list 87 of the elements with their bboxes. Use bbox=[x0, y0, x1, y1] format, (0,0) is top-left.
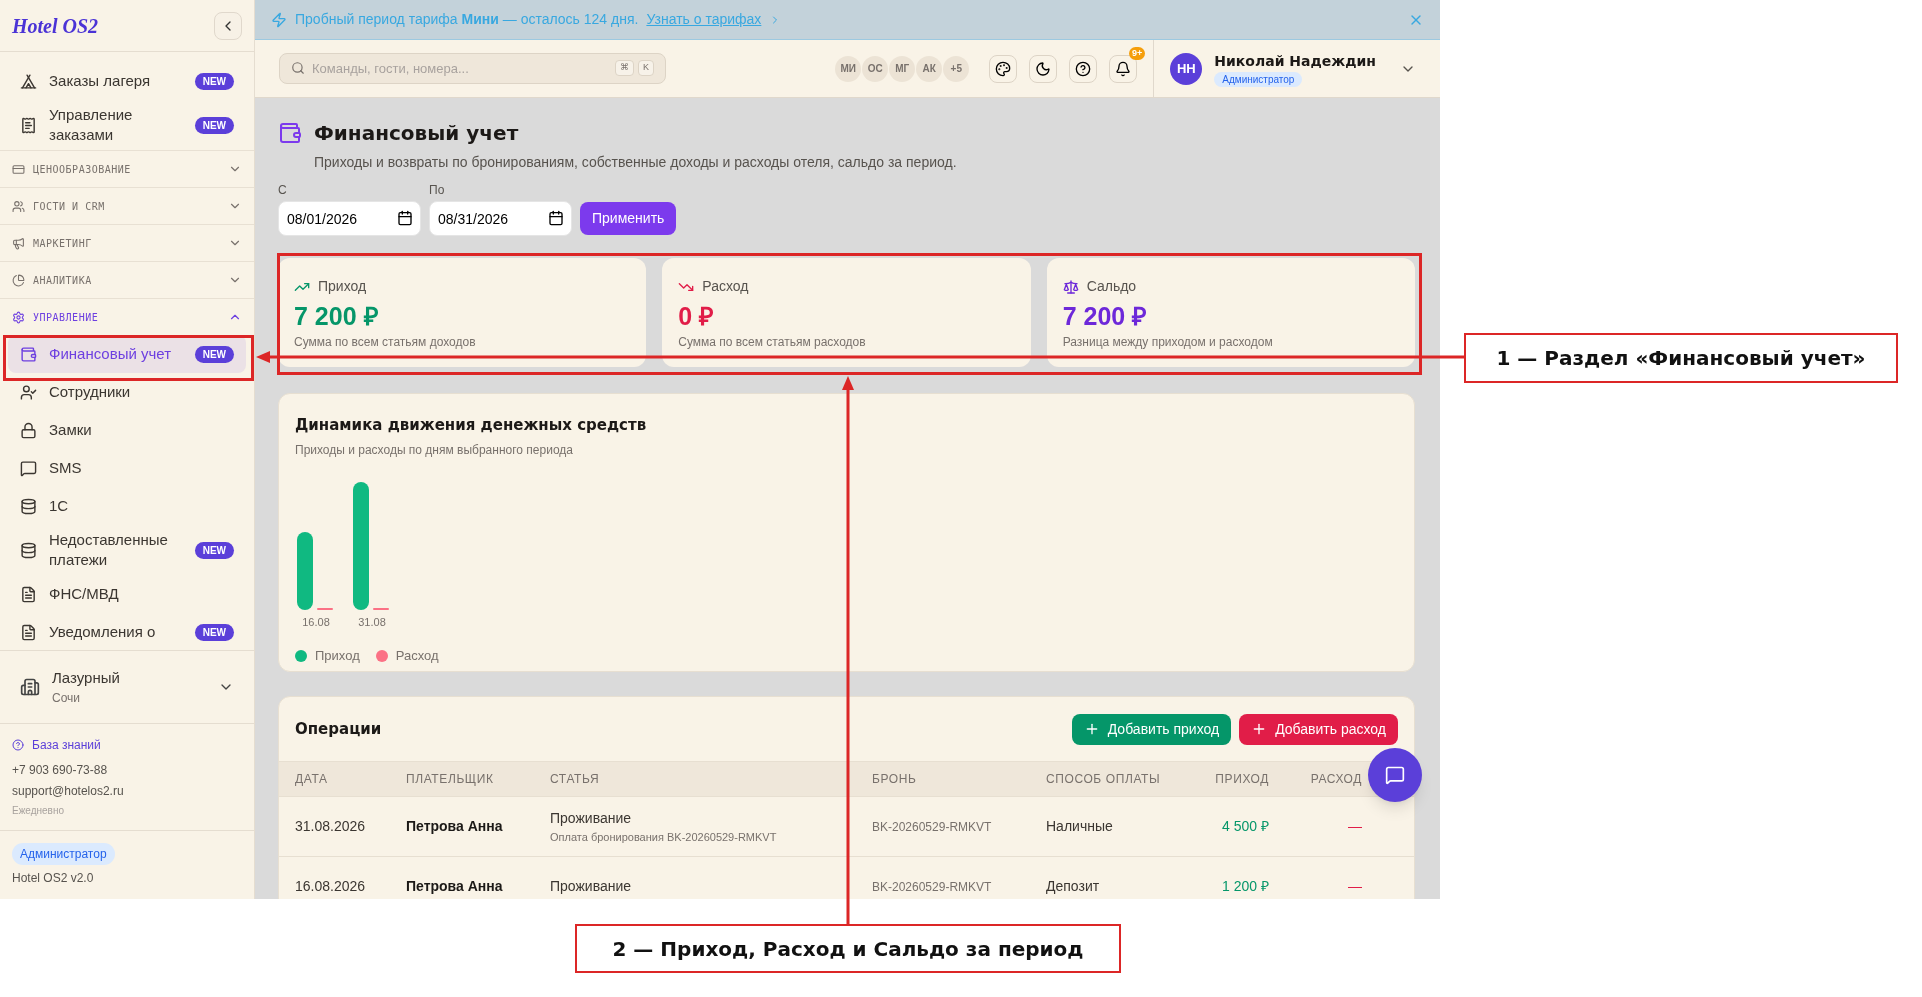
section-header[interactable]: АНАЛИТИКА bbox=[8, 262, 246, 298]
legend-label: Приход bbox=[315, 647, 360, 665]
date-field[interactable]: 08/31/2026 bbox=[429, 201, 572, 236]
nav-item[interactable]: Заказы лагеря NEW bbox=[8, 62, 246, 100]
column-header: СПОСОБ ОПЛАТЫ bbox=[1046, 771, 1159, 788]
legend-label: Расход bbox=[395, 647, 439, 665]
nav-item[interactable]: Уведомления о NEW bbox=[8, 613, 246, 650]
date-cell-text: 16.08.2026 bbox=[295, 877, 367, 896]
operations-title: Операции bbox=[295, 718, 382, 740]
nav-item[interactable]: Управление заказами NEW bbox=[8, 100, 246, 150]
card-value: 0 ₽ bbox=[678, 301, 716, 331]
user-avatar[interactable]: +5 bbox=[943, 55, 970, 82]
card-value: 7 200 ₽ bbox=[1062, 301, 1149, 331]
callout-label: 2 — Приход, Расход и Сальдо за период bbox=[575, 924, 1121, 973]
card-note: Сумма по всем статьям доходов bbox=[294, 335, 477, 350]
column-header: БРОНЬ bbox=[872, 771, 918, 788]
axis-label: 31.08 bbox=[358, 614, 386, 630]
hotel-name: Лазурный bbox=[52, 667, 120, 688]
column-header: РАСХОД bbox=[1309, 771, 1363, 788]
column-header: ДАТА bbox=[295, 771, 329, 788]
column-header: СТАТЬЯ bbox=[550, 771, 601, 788]
article-cell-text: Проживание bbox=[550, 877, 633, 896]
nav-item[interactable]: Недоставленные платежи NEW bbox=[8, 525, 246, 575]
new-badge: NEW bbox=[194, 116, 234, 134]
logo: Hotel OS2 bbox=[12, 13, 99, 39]
user-role: Администратор bbox=[1214, 71, 1303, 87]
role-badge: Администратор bbox=[12, 843, 115, 865]
section-header[interactable]: УПРАВЛЕНИЕ bbox=[8, 299, 246, 335]
column-header: ПРИХОД bbox=[1214, 771, 1269, 788]
chart-title: Динамика движения денежных средств bbox=[295, 415, 648, 436]
booking-cell-text: BK-20260529-RMKVT bbox=[872, 878, 993, 896]
apply-button[interactable]: Применить bbox=[580, 202, 677, 235]
user-avatar[interactable]: ОС bbox=[862, 55, 889, 82]
income-cell-text: 1 200 ₽ bbox=[1221, 877, 1269, 896]
column-header: ПЛАТЕЛЬЩИК bbox=[406, 771, 495, 788]
card-value: 7 200 ₽ bbox=[294, 301, 380, 331]
nav-item[interactable]: Замки bbox=[8, 411, 246, 449]
article-cell-text: Проживание bbox=[550, 808, 633, 828]
new-badge: NEW bbox=[194, 345, 234, 363]
notification-count: 9+ bbox=[1129, 46, 1146, 60]
user-avatar[interactable]: НН bbox=[1170, 52, 1203, 85]
date-label: По bbox=[429, 182, 446, 199]
add-expense-button[interactable]: Добавить расход bbox=[1239, 713, 1398, 745]
page-subtitle: Приходы и возвраты по бронированиям, собственные доходы и расходы отеля, сальдо за период. bbox=[314, 153, 958, 172]
nav-item[interactable]: ФНС/МВД bbox=[8, 575, 246, 613]
article-note: Оплата бронирования BK-20260529-RMKVT bbox=[550, 829, 778, 845]
nav-item[interactable]: 1С bbox=[8, 487, 246, 525]
date-cell-text: 31.08.2026 bbox=[295, 817, 367, 836]
method-cell-text: Наличные bbox=[1046, 817, 1114, 836]
page-title: Финансовый учет bbox=[314, 120, 519, 147]
user-avatar[interactable]: АК bbox=[916, 55, 943, 82]
new-badge: NEW bbox=[194, 72, 234, 90]
chart-subtitle: Приходы и расходы по дням выбранного периода bbox=[295, 441, 574, 459]
user-avatar[interactable]: МИ bbox=[835, 55, 862, 82]
section-header[interactable]: ЦЕНООБРАЗОВАНИЕ bbox=[8, 151, 246, 187]
section-header[interactable]: ГОСТИ И CRM bbox=[8, 188, 246, 224]
new-badge: NEW bbox=[194, 623, 234, 641]
date-field[interactable]: 08/01/2026 bbox=[278, 201, 421, 236]
income-cell-text: 4 500 ₽ bbox=[1221, 817, 1269, 836]
payer-cell-text: Петрова Анна bbox=[406, 817, 504, 836]
expense-cell-text: — bbox=[1347, 877, 1363, 896]
payer-cell-text: Петрова Анна bbox=[406, 877, 504, 896]
nav-item[interactable]: SMS bbox=[8, 449, 246, 487]
booking-cell-text: BK-20260529-RMKVT bbox=[872, 818, 993, 836]
card-label: Расход bbox=[702, 277, 749, 296]
trial-text: Пробный период тарифа Мини — осталось 124 дня. bbox=[295, 10, 639, 29]
hotel-city: Сочи bbox=[52, 690, 82, 707]
method-cell-text: Депозит bbox=[1046, 877, 1101, 896]
card-label: Сальдо bbox=[1086, 277, 1137, 296]
support-email: support@hotelos2.ru bbox=[12, 783, 125, 800]
section-header[interactable]: МАРКЕТИНГ bbox=[8, 225, 246, 261]
card-note: Разница между приходом и расходом bbox=[1062, 335, 1274, 350]
support-hours: Ежедневно bbox=[12, 804, 66, 818]
user-avatar[interactable]: МГ bbox=[889, 55, 916, 82]
new-badge: NEW bbox=[194, 541, 234, 559]
nav-item[interactable]: Сотрудники bbox=[8, 373, 246, 411]
date-label: С bbox=[278, 182, 288, 199]
callout-label: 1 — Раздел «Финансовый учет» bbox=[1464, 333, 1898, 383]
knowledge-base-link[interactable]: База знаний bbox=[12, 736, 242, 754]
user-name: Николай Надеждин bbox=[1214, 51, 1376, 71]
add-income-button[interactable]: Добавить приход bbox=[1071, 713, 1232, 745]
support-phone: +7 903 690-73-88 bbox=[12, 762, 109, 779]
expense-cell-text: — bbox=[1347, 817, 1363, 836]
version-text: Hotel OS2 v2.0 bbox=[12, 870, 94, 887]
card-note: Сумма по всем статьям расходов bbox=[678, 335, 867, 350]
axis-label: 16.08 bbox=[302, 614, 330, 630]
card-label: Приход bbox=[318, 277, 367, 296]
